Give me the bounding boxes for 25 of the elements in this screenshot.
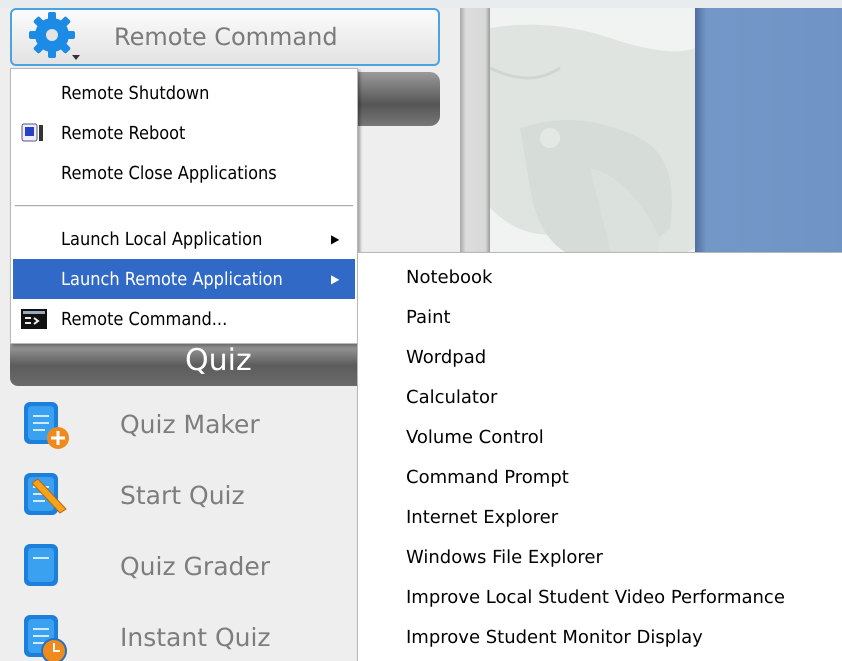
menu-item[interactable]: Improve Student Monitor Display: [358, 617, 842, 657]
quiz-tool-label[interactable]: Quiz Grader: [120, 552, 270, 581]
submenu-arrow: ▶: [331, 272, 340, 286]
menu-item[interactable]: Volume Control: [358, 417, 842, 457]
quiz-tool-label[interactable]: Quiz Maker: [120, 410, 260, 439]
console-icon: [21, 309, 47, 329]
menu-item[interactable]: Remote Command...: [13, 299, 355, 339]
menu-item[interactable]: Wordpad: [358, 337, 842, 377]
remote-command-button[interactable]: Remote Command: [10, 8, 440, 66]
menu-item[interactable]: Remote Close Applications: [13, 153, 355, 193]
quiz-tool-label[interactable]: Start Quiz: [120, 481, 245, 510]
menu-item[interactable]: Notebook: [358, 257, 842, 297]
menu-item[interactable]: Remote Shutdown: [13, 73, 355, 113]
section-title: Quiz: [185, 342, 252, 378]
menu-item[interactable]: Windows File Explorer: [358, 537, 842, 577]
menu-item[interactable]: Command Prompt: [358, 457, 842, 497]
menu-item[interactable]: Improve Local Student Video Performance: [358, 577, 842, 617]
menu-item[interactable]: Launch Remote Application ▶: [13, 259, 355, 299]
submenu-arrow: ▶: [331, 232, 340, 246]
menu-item[interactable]: Remote Reboot: [13, 113, 355, 153]
menu-item[interactable]: Calculator: [358, 377, 842, 417]
quiz-tool-label[interactable]: Instant Quiz: [120, 623, 271, 652]
menu-item[interactable]: Paint: [358, 297, 842, 337]
menu-item[interactable]: Internet Explorer: [358, 497, 842, 537]
menu-item[interactable]: Launch Local Application ▶: [13, 219, 355, 259]
